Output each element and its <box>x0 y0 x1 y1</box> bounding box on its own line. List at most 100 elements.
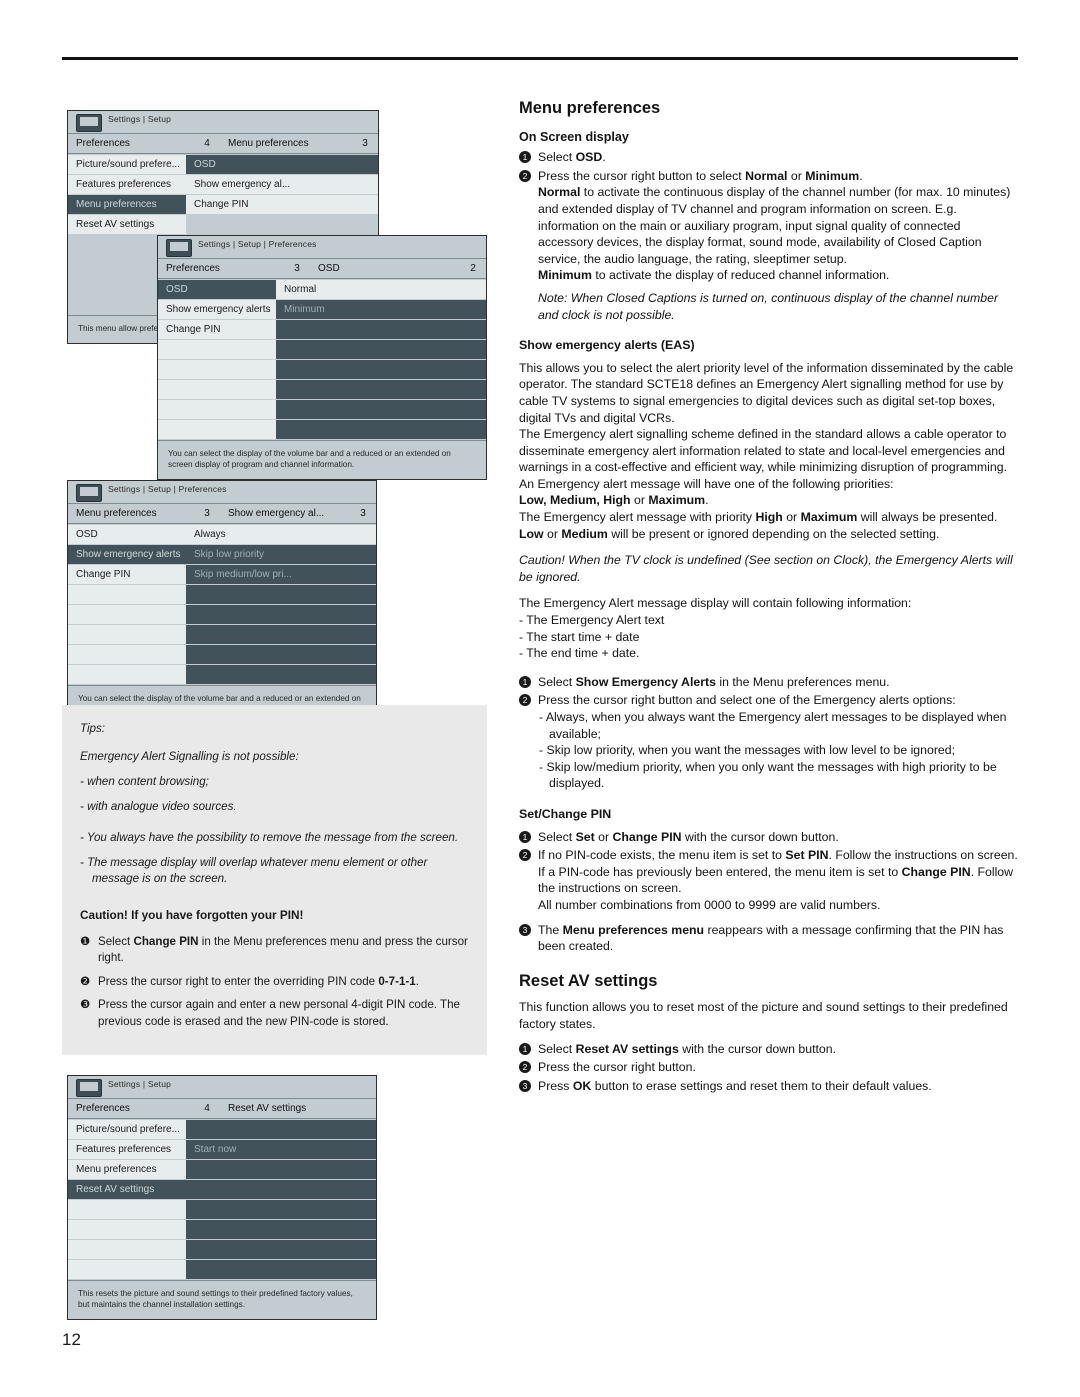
menu-item-empty <box>158 420 276 439</box>
step-text: Select Set or Change PIN with the cursor… <box>538 829 839 844</box>
pin-step-2b: If a PIN-code has previously been entere… <box>538 864 1014 896</box>
submenu-item[interactable]: Normal <box>276 280 486 299</box>
caution-pin-box: Caution! If you have forgotten your PIN!… <box>62 893 487 1055</box>
menu-item[interactable]: Menu preferences <box>68 1160 186 1179</box>
step-number: 2 <box>519 168 538 185</box>
menu-item[interactable]: Change PIN <box>158 320 276 339</box>
osd-titlebar: Settings | Setup | Preferences <box>158 236 486 258</box>
caution-step: ❸ Press the cursor again and enter a new… <box>80 997 469 1030</box>
step-number: 1 <box>519 674 538 691</box>
step-text: Press the cursor right button and select… <box>538 693 956 708</box>
osd-header-row: Preferences 4 Reset AV settings <box>68 1098 376 1119</box>
manual-page: Settings | Setup Preferences 4 Menu pref… <box>0 0 1080 1397</box>
submenu-item-empty <box>276 400 486 419</box>
menu-item-selected[interactable]: Reset AV settings <box>68 1180 186 1199</box>
tips-item: - The message display will overlap whate… <box>80 856 428 885</box>
header-right-label: Menu preferences <box>228 138 309 149</box>
eas-paragraph-1: This allows you to select the alert prio… <box>519 360 1014 425</box>
submenu-item[interactable]: Change PIN <box>186 195 378 214</box>
menu-item-empty <box>68 605 186 624</box>
submenu-item-empty <box>186 1220 376 1239</box>
header-left-count: 4 <box>204 138 210 149</box>
menu-item[interactable]: Show emergency alerts <box>158 300 276 319</box>
osd-body: OSD Show emergency alerts Change PIN Alw… <box>68 524 376 685</box>
section-heading-osd: On Screen display <box>519 129 629 144</box>
step-number: 2 <box>519 847 538 864</box>
caution-step: ❷ Press the cursor right to enter the ov… <box>80 974 469 991</box>
header-left-label: Preferences <box>76 138 130 149</box>
menu-item[interactable]: Picture/sound prefere... <box>68 1120 186 1139</box>
submenu-item[interactable]: Minimum <box>276 300 486 319</box>
osd-minimum-desc: Minimum to activate the display of reduc… <box>538 268 890 283</box>
osd-titlebar: Settings | Setup <box>68 111 378 133</box>
menu-item-selected[interactable]: Show emergency alerts <box>68 545 186 564</box>
step-number: ❶ <box>80 934 91 948</box>
caution-heading: Caution! If you have forgotten your PIN! <box>80 908 304 922</box>
menu-item-empty <box>68 1240 186 1259</box>
tips-line1: Emergency Alert Signalling is not possib… <box>80 750 299 763</box>
osd-right-column: Normal Minimum <box>276 279 486 440</box>
eas-contains-item: - The start time + date <box>519 629 640 644</box>
osd-help-note: You can select the display of the volume… <box>158 440 486 479</box>
menu-item[interactable]: Features preferences <box>68 1140 186 1159</box>
submenu-item-empty <box>186 585 376 604</box>
submenu-item-empty <box>186 1160 376 1179</box>
menu-item[interactable]: OSD <box>68 525 186 544</box>
step-text: The Menu preferences menu reappears with… <box>538 922 1004 954</box>
osd-header-row: Menu preferences 3 Show emergency al... … <box>68 503 376 524</box>
submenu-item[interactable]: Show emergency al... <box>186 175 378 194</box>
submenu-item[interactable]: Always <box>186 525 376 544</box>
eas-caution: Caution! When the TV clock is undefined … <box>519 553 1013 584</box>
eas-priorities: Low, Medium, High or Maximum. <box>519 493 709 508</box>
header-right-label: Show emergency al... <box>228 508 325 519</box>
header-left-count: 3 <box>204 508 210 519</box>
eas-paragraph-2: The Emergency alert signalling scheme de… <box>519 427 1008 475</box>
eas-option: - Skip low priority, when you want the m… <box>539 743 956 758</box>
eas-step-1: 1 Select Show Emergency Alerts in the Me… <box>519 674 1019 691</box>
eas-contains-item: - The end time + date. <box>519 646 640 661</box>
menu-item[interactable]: Features preferences <box>68 175 186 194</box>
page-title: Menu preferences <box>519 99 661 117</box>
step-number: 2 <box>519 692 538 709</box>
submenu-item[interactable]: Skip low priority <box>186 545 376 564</box>
caution-step: ❶ Select Change PIN in the Menu preferen… <box>80 934 469 967</box>
header-right-label: Reset AV settings <box>228 1103 307 1114</box>
menu-item-selected[interactable]: OSD <box>158 280 276 299</box>
menu-item-empty <box>158 340 276 359</box>
submenu-item-empty <box>276 320 486 339</box>
step-number: ❸ <box>80 998 91 1011</box>
header-left-label: Preferences <box>76 1103 130 1114</box>
submenu-item-empty <box>186 1120 376 1139</box>
eas-paragraph-3: An Emergency alert message will have one… <box>519 476 894 491</box>
osd-step-2: 2 Press the cursor right button to selec… <box>519 168 1019 185</box>
osd-normal-desc: Normal to activate the continuous displa… <box>538 185 1011 266</box>
menu-item[interactable]: Picture/sound prefere... <box>68 155 186 174</box>
breadcrumb: Settings | Setup | Preferences <box>198 239 317 249</box>
menu-item[interactable]: Change PIN <box>68 565 186 584</box>
header-left-count: 4 <box>204 1103 210 1114</box>
step-text: Press the cursor again and enter a new p… <box>98 998 460 1028</box>
menu-item-empty <box>68 1260 186 1279</box>
menu-item[interactable]: Reset AV settings <box>68 215 186 234</box>
submenu-item[interactable]: Start now <box>186 1140 376 1159</box>
step-text: Select OSD. <box>538 150 606 165</box>
submenu-item-empty <box>186 1200 376 1219</box>
tv-icon <box>76 484 102 502</box>
menu-item-selected[interactable]: Menu preferences <box>68 195 186 214</box>
pin-step-3: 3 The Menu preferences menu reappears wi… <box>519 922 1019 955</box>
eas-contains-item: - The Emergency Alert text <box>519 613 665 628</box>
eas-paragraph-4: The Emergency alert message with priorit… <box>519 510 998 541</box>
step-text: Select Change PIN in the Menu preference… <box>98 934 468 965</box>
eas-option: - Skip low/medium priority, when you onl… <box>539 759 997 791</box>
header-right-count: 3 <box>360 508 366 519</box>
step-number: ❷ <box>80 974 91 988</box>
step-text: Press OK button to erase settings and re… <box>538 1078 932 1093</box>
menu-item-empty <box>68 585 186 604</box>
submenu-item[interactable]: Skip medium/low pri... <box>186 565 376 584</box>
right-column: Menu preferences On Screen display 1 Sel… <box>519 100 1019 1094</box>
step-number: 2 <box>519 1059 538 1076</box>
tips-item: - You always have the possibility to rem… <box>80 831 459 844</box>
submenu-item[interactable]: OSD <box>186 155 378 174</box>
step-number: 1 <box>519 149 538 166</box>
header-rule <box>62 57 1018 60</box>
